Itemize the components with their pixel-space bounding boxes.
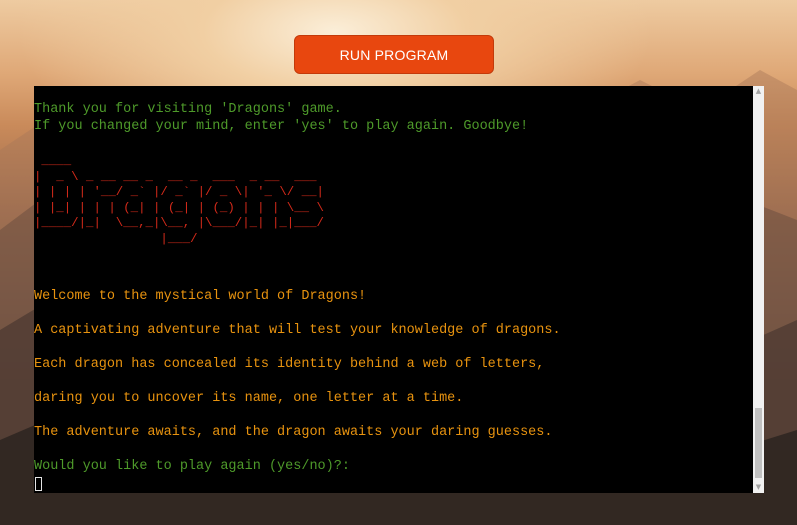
goodbye-line-1: Thank you for visiting 'Dragons' game.	[34, 102, 342, 117]
triangle-down-icon[interactable]: ▼	[753, 482, 764, 493]
play-again-prompt: Would you like to play again (yes/no)?:	[34, 459, 350, 474]
terminal-scrollbar[interactable]: ▲ ▼	[753, 86, 764, 493]
goodbye-line-2: If you changed your mind, enter 'yes' to…	[34, 119, 529, 134]
terminal-window[interactable]: Thank you for visiting 'Dragons' game. I…	[34, 86, 753, 493]
intro-line-3: daring you to uncover its name, one lett…	[34, 391, 464, 406]
welcome-line: Welcome to the mystical world of Dragons…	[34, 289, 367, 304]
intro-line-2: Each dragon has concealed its identity b…	[34, 357, 545, 372]
dragons-ascii-logo: ____ | _ \ _ __ __ _ __ _ ___ _ __ ___ |…	[34, 154, 324, 246]
intro-line-1: A captivating adventure that will test y…	[34, 323, 561, 338]
triangle-up-icon[interactable]: ▲	[753, 86, 764, 97]
text-cursor	[35, 477, 42, 491]
intro-line-4: The adventure awaits, and the dragon awa…	[34, 425, 553, 440]
scrollbar-thumb[interactable]	[755, 408, 762, 478]
run-program-button[interactable]: RUN PROGRAM	[294, 35, 494, 74]
